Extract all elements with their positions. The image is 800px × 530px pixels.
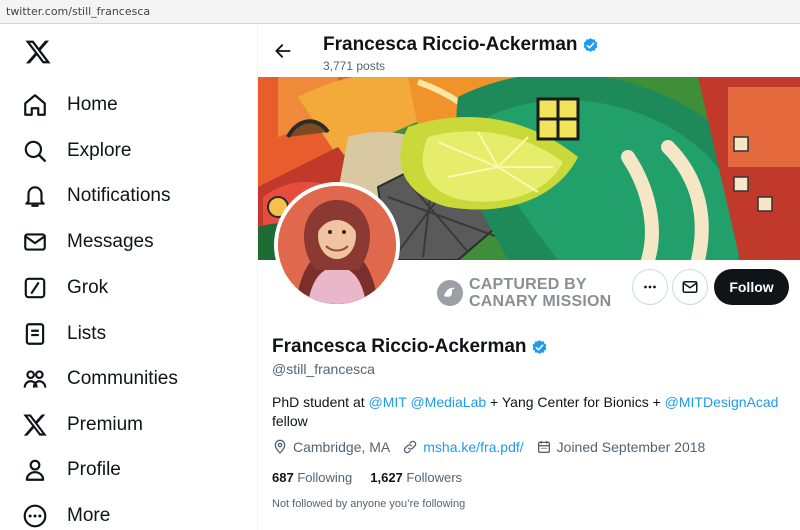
sidebar-item-label: Messages: [67, 231, 154, 252]
calendar-icon: [537, 441, 550, 453]
mention-medialab-link[interactable]: @MediaLab: [410, 394, 486, 410]
sidebar-item-premium[interactable]: Premium: [22, 405, 143, 445]
followers-link[interactable]: 1,627 Followers: [370, 470, 462, 485]
sidebar-item-grok[interactable]: Grok: [22, 268, 108, 308]
header-title: Francesca Riccio-Ackerman: [323, 34, 599, 56]
x-logo-icon[interactable]: [24, 38, 52, 66]
message-button[interactable]: [672, 269, 708, 305]
followers-count: 1,627: [370, 470, 403, 485]
canary-mission-logo-icon: [437, 280, 463, 306]
follow-stats: 687 Following 1,627 Followers: [272, 470, 480, 485]
sidebar-item-profile[interactable]: Profile: [22, 450, 121, 490]
url-text: twitter.com/still_francesca: [6, 5, 151, 18]
more-circle-icon: [23, 504, 47, 528]
followers-label: Followers: [406, 470, 463, 485]
bell-icon: [25, 186, 45, 207]
sidebar: Home Explore Notifications Messages Grok…: [0, 24, 258, 530]
sidebar-item-label: Communities: [67, 368, 178, 389]
sidebar-item-more[interactable]: More: [22, 496, 110, 530]
profile-bio: PhD student at @MIT @MediaLab + Yang Cen…: [272, 393, 787, 431]
mention-mit-link[interactable]: @MIT: [369, 394, 407, 410]
avatar-photo: [278, 186, 396, 304]
following-count: 687: [272, 470, 294, 485]
joined-text: Joined September 2018: [556, 439, 706, 455]
verified-badge-icon: [532, 339, 546, 354]
envelope-icon: [24, 233, 46, 251]
sidebar-item-label: Grok: [67, 277, 109, 298]
profile-joined: Joined September 2018: [536, 439, 706, 455]
watermark: CAPTURED BY CANARY MISSION: [436, 276, 611, 310]
profile-location: Cambridge, MA: [272, 439, 390, 455]
sidebar-item-explore[interactable]: Explore: [22, 131, 131, 171]
sidebar-item-label: Notifications: [67, 185, 171, 206]
verified-badge-icon: [583, 37, 597, 52]
display-name-text: Francesca Riccio-Ackerman: [272, 336, 527, 357]
sidebar-item-label: Explore: [67, 140, 132, 161]
link-icon: [404, 440, 417, 454]
sidebar-item-home[interactable]: Home: [22, 85, 118, 125]
follow-button[interactable]: Follow: [714, 269, 789, 305]
browser-address-bar[interactable]: twitter.com/still_francesca: [0, 0, 800, 24]
more-horizontal-icon: [644, 285, 656, 289]
more-options-button[interactable]: [632, 269, 668, 305]
location-pin-icon: [274, 439, 286, 454]
avatar: [278, 186, 396, 304]
envelope-icon: [682, 281, 698, 293]
list-icon: [25, 323, 45, 345]
profile-avatar[interactable]: [274, 182, 400, 308]
following-link[interactable]: 687 Following: [272, 470, 352, 485]
profile-display-name: Francesca Riccio-Ackerman: [272, 336, 548, 358]
bio-text: fellow: [272, 413, 308, 429]
header-name-text: Francesca Riccio-Ackerman: [323, 34, 578, 55]
watermark-line-2: CANARY MISSION: [469, 293, 612, 310]
sidebar-item-messages[interactable]: Messages: [22, 222, 154, 262]
watermark-line-1: CAPTURED BY: [469, 276, 587, 293]
x-logo-icon: [23, 414, 47, 436]
back-button[interactable]: [270, 38, 296, 64]
profile-column: Francesca Riccio-Ackerman 3,771 posts CA…: [258, 24, 800, 530]
mention-mitdesignacad-link[interactable]: @MITDesignAcad: [665, 394, 779, 410]
location-text: Cambridge, MA: [293, 439, 391, 455]
grok-icon: [24, 277, 46, 299]
sidebar-item-communities[interactable]: Communities: [22, 359, 178, 399]
sidebar-item-label: Lists: [67, 323, 107, 344]
profile-website: msha.ke/fra.pdf/: [402, 439, 524, 455]
sidebar-item-label: Profile: [67, 459, 121, 480]
sidebar-item-label: Premium: [67, 414, 144, 435]
post-count: 3,771 posts: [323, 59, 386, 73]
website-link[interactable]: msha.ke/fra.pdf/: [423, 439, 523, 455]
arrow-left-icon: [275, 44, 291, 58]
search-icon: [24, 140, 46, 162]
mutual-followers-note: Not followed by anyone you’re following: [272, 498, 466, 510]
sidebar-item-label: More: [67, 505, 111, 526]
person-icon: [25, 459, 45, 481]
communities-icon: [23, 370, 47, 388]
sidebar-item-label: Home: [67, 94, 118, 115]
profile-header-bar: Francesca Riccio-Ackerman 3,771 posts: [258, 24, 800, 77]
bio-text: PhD student at: [272, 394, 369, 410]
profile-meta: Cambridge, MA msha.ke/fra.pdf/ Joined Se…: [272, 439, 717, 455]
sidebar-item-lists[interactable]: Lists: [22, 314, 106, 354]
sidebar-item-notifications[interactable]: Notifications: [22, 176, 171, 216]
home-icon: [24, 94, 46, 116]
bio-text: + Yang Center for Bionics +: [486, 394, 665, 410]
following-label: Following: [297, 470, 353, 485]
profile-handle: @still_francesca: [272, 361, 375, 377]
